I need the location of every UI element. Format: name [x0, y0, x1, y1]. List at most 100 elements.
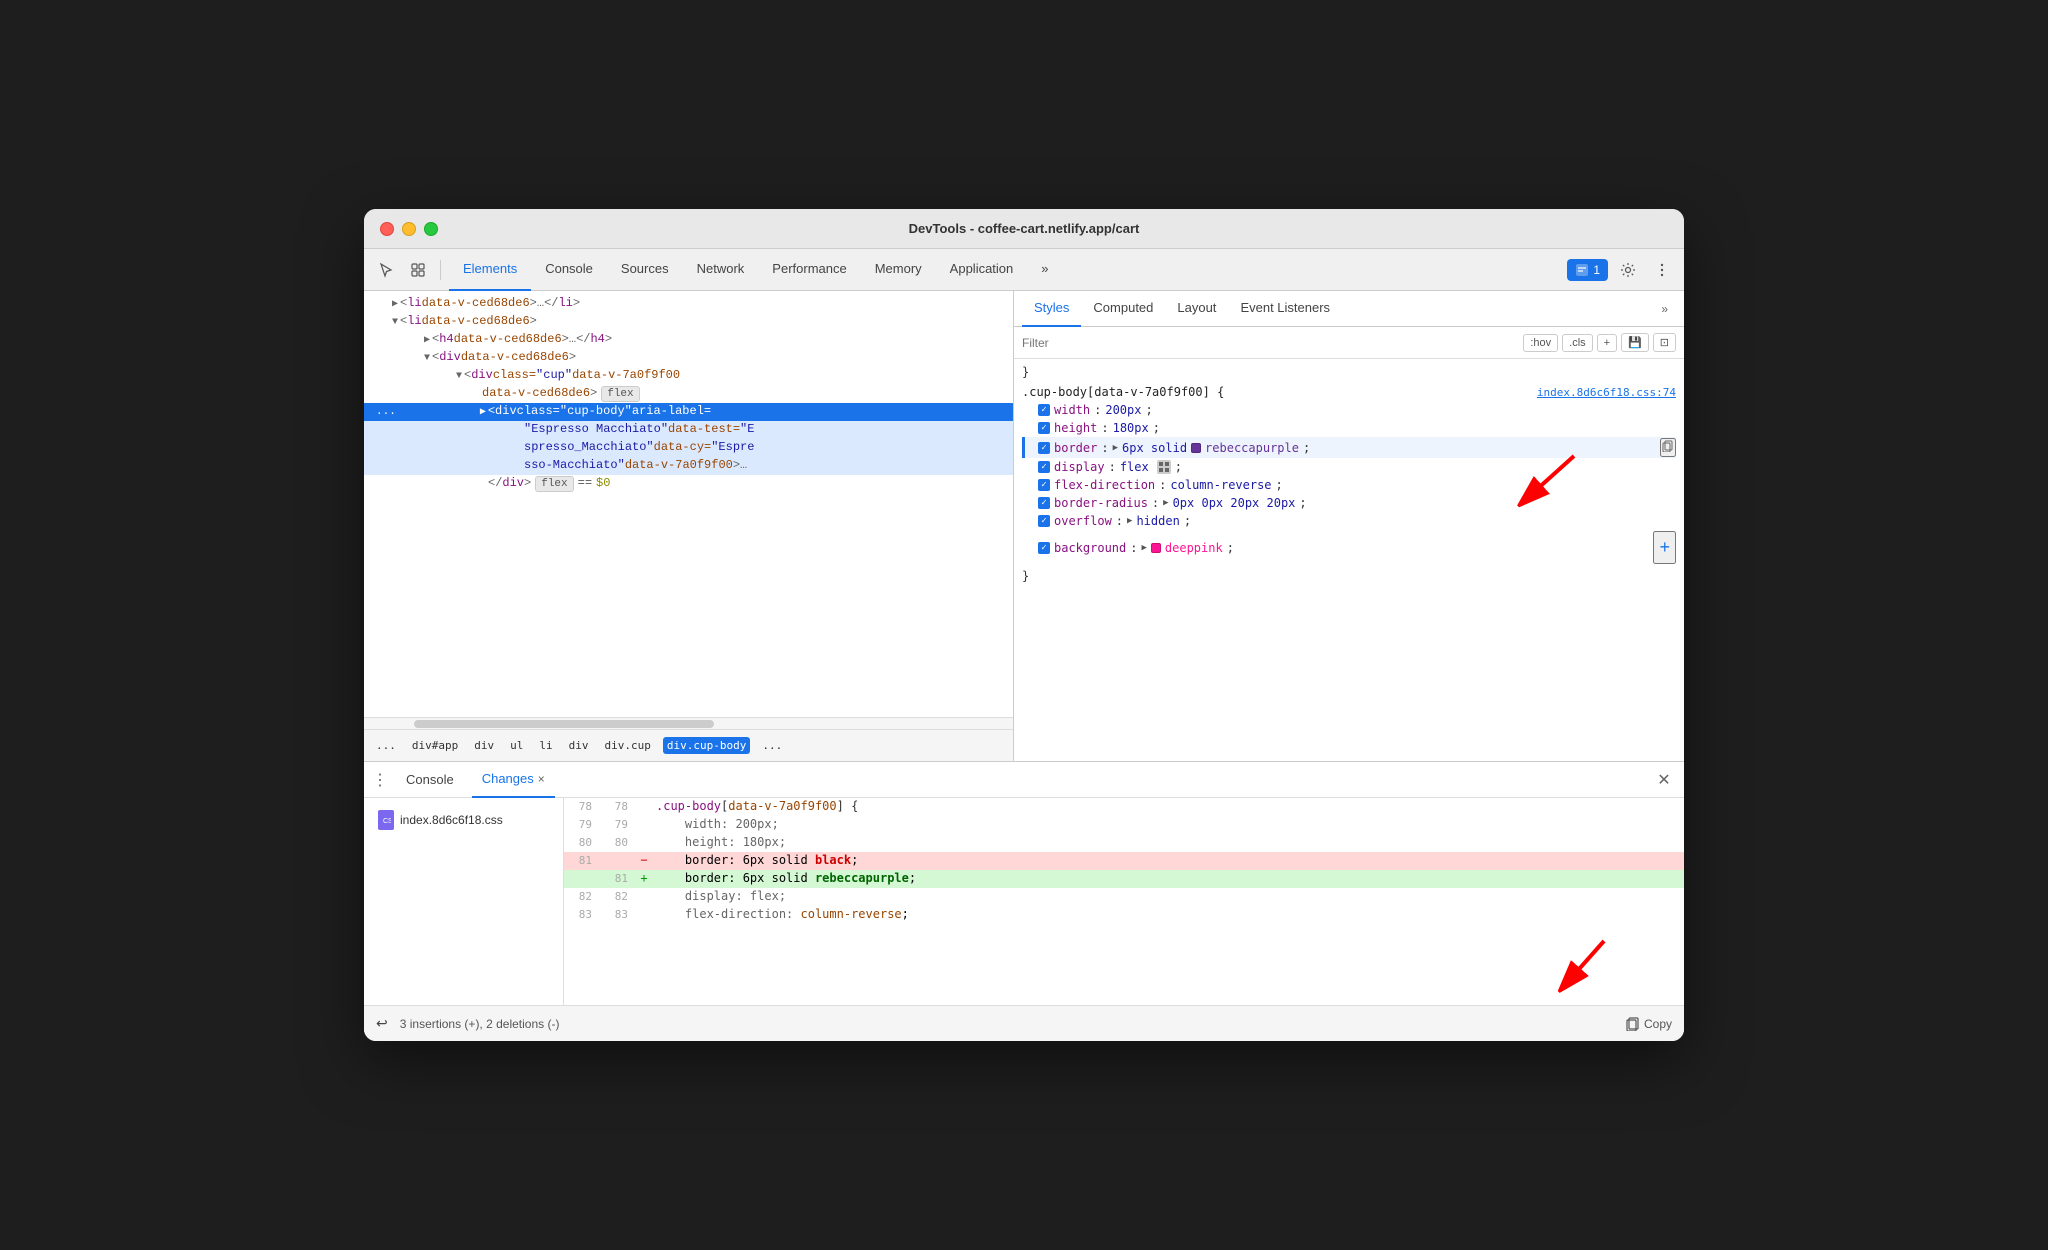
add-rule-button[interactable]: +: [1653, 531, 1676, 564]
tab-memory[interactable]: Memory: [861, 249, 936, 291]
close-button[interactable]: [380, 222, 394, 236]
undo-button[interactable]: ↩: [376, 1015, 388, 1032]
html-line[interactable]: ▼ <div data-v-ced68de6>: [364, 349, 1013, 367]
html-line[interactable]: </div> flex == $0: [364, 475, 1013, 493]
elements-panel: ▶ <li data-v-ced68de6>…</li> ▼ <li data-…: [364, 291, 1014, 761]
expand-triangle[interactable]: ▶: [392, 298, 398, 310]
file-name: index.8d6c6f18.css: [400, 813, 503, 827]
cls-button[interactable]: .cls: [1562, 334, 1593, 352]
drawer-tab-changes[interactable]: Changes ×: [472, 762, 555, 798]
tab-elements[interactable]: Elements: [449, 249, 531, 291]
style-prop-row: flex-direction : column-reverse ;: [1022, 476, 1676, 494]
inspector-button[interactable]: ⊡: [1653, 333, 1676, 352]
changes-tab-close[interactable]: ×: [538, 772, 545, 786]
expand-triangle[interactable]: ▼: [424, 353, 430, 364]
maximize-button[interactable]: [424, 222, 438, 236]
styles-content: } .cup-body[data-v-7a0f9f00] { index.8d6…: [1014, 359, 1684, 761]
html-line[interactable]: sso-Macchiato" data-v-7a0f9f00>…: [364, 457, 1013, 475]
prop-checkbox[interactable]: [1038, 422, 1050, 434]
more-options-icon[interactable]: [1648, 256, 1676, 284]
tab-sources[interactable]: Sources: [607, 249, 683, 291]
expand-triangle[interactable]: ▶: [480, 406, 486, 418]
prop-checkbox[interactable]: [1038, 479, 1050, 491]
styles-tab-more[interactable]: »: [1653, 302, 1676, 316]
breadcrumb-item[interactable]: ...: [758, 737, 786, 754]
tab-styles[interactable]: Styles: [1022, 291, 1081, 327]
style-source[interactable]: index.8d6c6f18.css:74: [1537, 386, 1676, 399]
notification-button[interactable]: 1: [1567, 259, 1608, 281]
breadcrumb-item[interactable]: div: [470, 737, 498, 754]
style-prop-row: border-radius : ▶ 0px 0px 20px 20px ;: [1022, 494, 1676, 512]
breadcrumb-item[interactable]: div: [565, 737, 593, 754]
save-button[interactable]: 💾: [1621, 333, 1649, 352]
html-line[interactable]: ▶ <li data-v-ced68de6>…</li>: [364, 295, 1013, 313]
changes-sidebar: CSS index.8d6c6f18.css: [364, 798, 564, 1005]
layers-icon[interactable]: [404, 256, 432, 284]
prop-checkbox[interactable]: [1038, 404, 1050, 416]
expand-triangle[interactable]: ▼: [392, 317, 398, 328]
drawer-menu-icon[interactable]: ⋮: [372, 770, 388, 790]
cursor-icon[interactable]: [372, 256, 400, 284]
expand-triangle[interactable]: ▼: [456, 371, 462, 382]
breadcrumb-item-selected[interactable]: div.cup-body: [663, 737, 750, 754]
style-prop-border: border : ▶ 6px solid rebeccapurple ;: [1022, 437, 1676, 458]
flex-badge: flex: [535, 476, 573, 492]
style-prop-row: background : ▶ deeppink ; +: [1022, 530, 1676, 565]
html-line-selected[interactable]: ... ▶ <div class="cup-body" aria-label=: [364, 403, 1013, 421]
elements-content[interactable]: ▶ <li data-v-ced68de6>…</li> ▼ <li data-…: [364, 291, 1013, 717]
changes-file[interactable]: CSS index.8d6c6f18.css: [372, 806, 555, 834]
breadcrumb-bar: ... div#app div ul li div div.cup div.cu…: [364, 729, 1013, 761]
window-title: DevTools - coffee-cart.netlify.app/cart: [909, 221, 1140, 236]
html-line[interactable]: ▼ <li data-v-ced68de6>: [364, 313, 1013, 331]
diff-row-added: 81 + border: 6px solid rebeccapurple;: [564, 870, 1684, 888]
copy-property-button[interactable]: [1660, 438, 1676, 457]
minimize-button[interactable]: [402, 222, 416, 236]
titlebar: DevTools - coffee-cart.netlify.app/cart: [364, 209, 1684, 249]
style-closing: }: [1014, 567, 1684, 585]
copy-button[interactable]: Copy: [1626, 1017, 1672, 1031]
breadcrumb-item[interactable]: ...: [372, 737, 400, 754]
scroll-thumb[interactable]: [414, 720, 714, 728]
breadcrumb-item[interactable]: div.cup: [600, 737, 654, 754]
prop-checkbox[interactable]: [1038, 515, 1050, 527]
tab-layout[interactable]: Layout: [1165, 291, 1228, 327]
changes-summary: 3 insertions (+), 2 deletions (-): [400, 1017, 560, 1031]
expand-triangle[interactable]: ▶: [424, 334, 430, 346]
prop-checkbox[interactable]: [1038, 461, 1050, 473]
add-rule-inline[interactable]: +: [1597, 334, 1617, 352]
settings-icon[interactable]: [1614, 256, 1642, 284]
styles-panel: Styles Computed Layout Event Listeners »…: [1014, 291, 1684, 761]
tab-console[interactable]: Console: [531, 249, 607, 291]
tab-computed[interactable]: Computed: [1081, 291, 1165, 327]
prop-checkbox[interactable]: [1038, 442, 1050, 454]
prop-checkbox[interactable]: [1038, 542, 1050, 554]
html-line[interactable]: spresso_Macchiato" data-cy="Espre: [364, 439, 1013, 457]
filter-input[interactable]: [1022, 336, 1515, 350]
breadcrumb-item[interactable]: div#app: [408, 737, 462, 754]
drawer-tab-console[interactable]: Console: [396, 762, 464, 798]
notification-count: 1: [1593, 263, 1600, 277]
tab-network[interactable]: Network: [683, 249, 759, 291]
tab-application[interactable]: Application: [936, 249, 1028, 291]
html-line[interactable]: data-v-ced68de6> flex: [364, 385, 1013, 403]
color-swatch[interactable]: [1191, 443, 1201, 453]
html-line[interactable]: "Espresso Macchiato" data-test="E: [364, 421, 1013, 439]
html-line[interactable]: ▼ <div class="cup" data-v-7a0f9f00: [364, 367, 1013, 385]
hov-button[interactable]: :hov: [1523, 334, 1558, 352]
styles-toolbar: :hov .cls + 💾 ⊡: [1014, 327, 1684, 359]
breadcrumb-item[interactable]: ul: [506, 737, 527, 754]
styles-toolbar-buttons: :hov .cls + 💾 ⊡: [1523, 333, 1676, 352]
diff-row: 80 80 height: 180px;: [564, 834, 1684, 852]
color-swatch-bg[interactable]: [1151, 543, 1161, 553]
html-line[interactable]: ▶ <h4 data-v-ced68de6>…</h4>: [364, 331, 1013, 349]
flex-badge: flex: [601, 386, 639, 402]
scroll-track[interactable]: [364, 717, 1013, 729]
styles-tabs: Styles Computed Layout Event Listeners »: [1014, 291, 1684, 327]
tab-event-listeners[interactable]: Event Listeners: [1228, 291, 1342, 327]
drawer-close-button[interactable]: ✕: [1652, 768, 1676, 792]
prop-checkbox[interactable]: [1038, 497, 1050, 509]
breadcrumb-item[interactable]: li: [535, 737, 556, 754]
style-rule: .cup-body[data-v-7a0f9f00] { index.8d6c6…: [1014, 381, 1684, 567]
tab-performance[interactable]: Performance: [758, 249, 860, 291]
tab-more[interactable]: »: [1027, 249, 1062, 291]
